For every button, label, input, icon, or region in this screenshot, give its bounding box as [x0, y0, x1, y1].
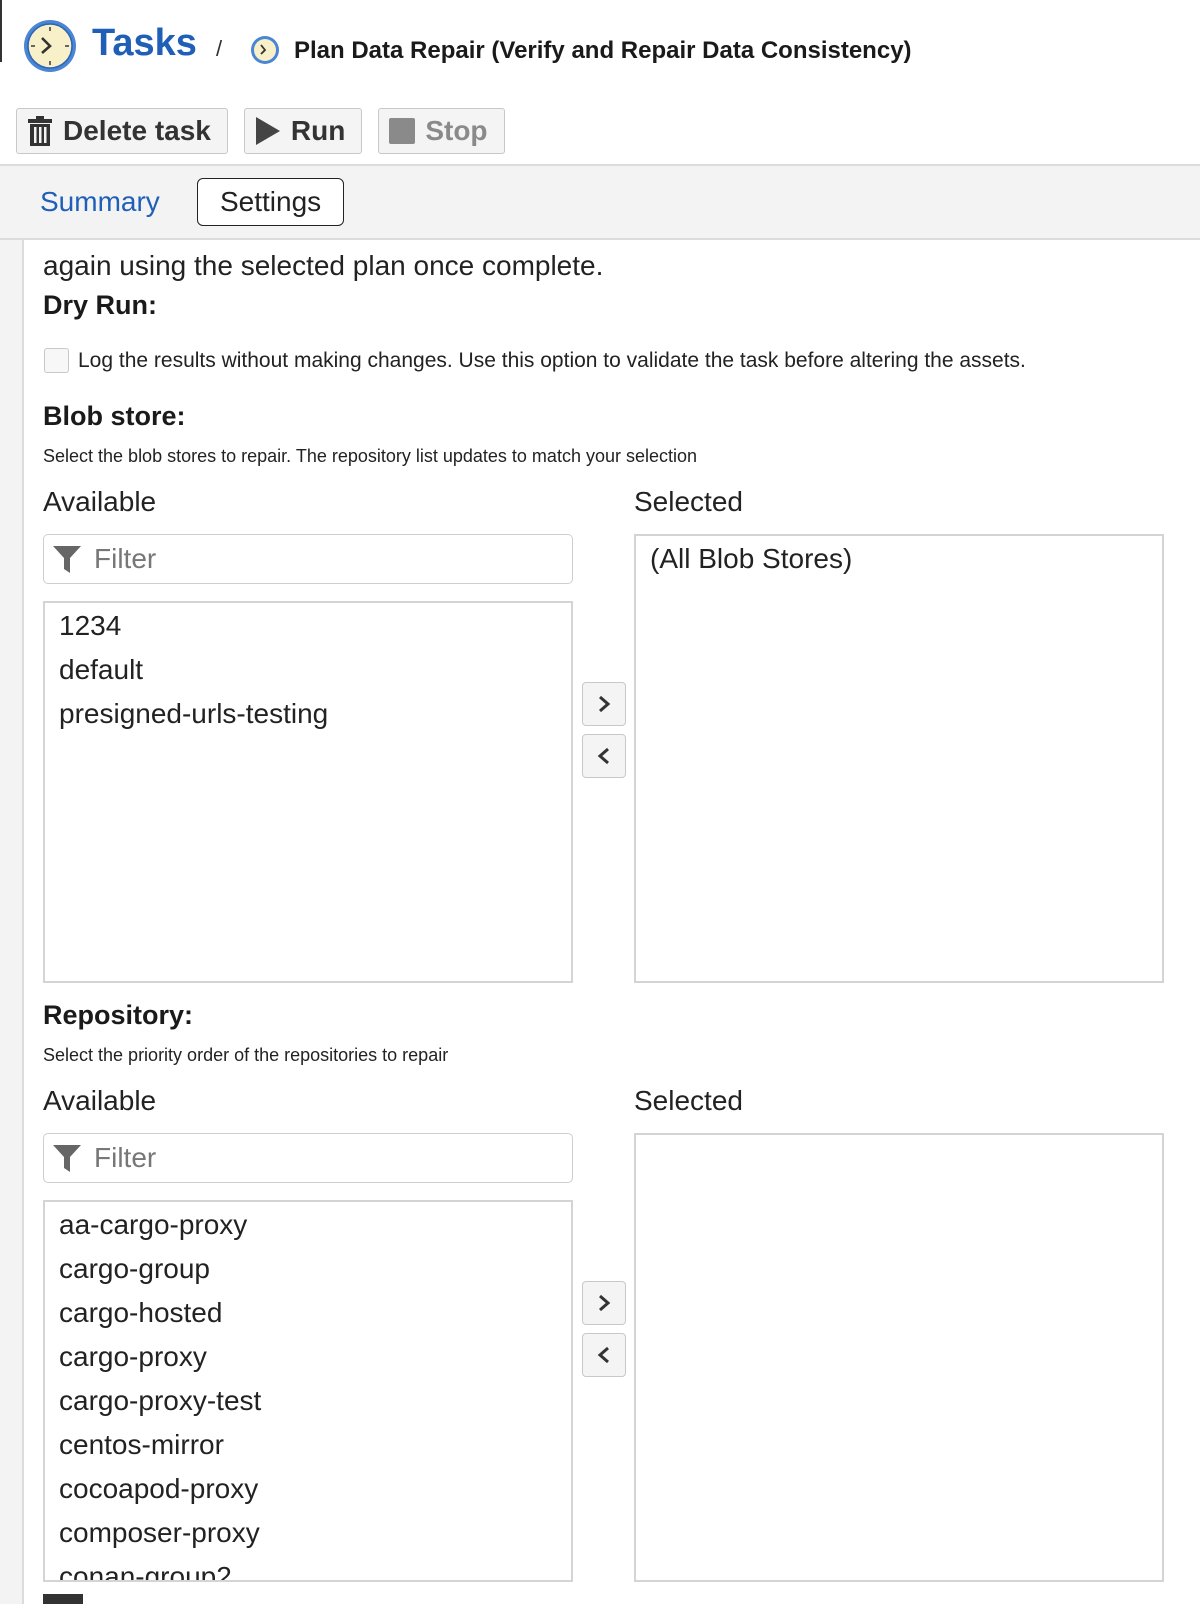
run-button[interactable]: Run: [243, 108, 363, 154]
breadcrumb-separator: /: [216, 36, 223, 61]
blob-selected-list[interactable]: (All Blob Stores): [634, 534, 1164, 983]
tabs-bar: Summary Settings: [0, 164, 1200, 240]
blob-store-description: Select the blob stores to repair. The re…: [43, 446, 698, 466]
page-title: Plan Data Repair (Verify and Repair Data…: [294, 37, 912, 64]
list-item[interactable]: cargo-proxy: [59, 1340, 571, 1384]
stop-label: Stop: [425, 115, 488, 146]
repo-add-button[interactable]: [582, 1281, 626, 1325]
truncated-description: again using the selected plan once compl…: [43, 250, 604, 281]
repo-filter-input[interactable]: [94, 1142, 554, 1174]
list-item[interactable]: aa-cargo-proxy: [59, 1208, 571, 1252]
repo-selected-label: Selected: [634, 1085, 743, 1116]
delete-task-button[interactable]: Delete task: [16, 108, 228, 154]
repository-description: Select the priority order of the reposit…: [43, 1045, 449, 1065]
chevron-right-icon: [599, 1294, 611, 1312]
chevron-left-icon: [597, 1346, 609, 1364]
clock-icon: [251, 36, 279, 64]
list-item[interactable]: 1234: [59, 609, 571, 653]
filter-icon: [52, 544, 82, 574]
list-item[interactable]: cargo-hosted: [59, 1296, 571, 1340]
list-item[interactable]: centos-mirror: [59, 1428, 571, 1472]
run-label: Run: [290, 115, 346, 146]
dry-run-row: Log the results without making changes. …: [44, 348, 1026, 373]
list-item[interactable]: cargo-proxy-test: [59, 1384, 571, 1428]
chevron-left-icon: [597, 747, 609, 765]
play-icon: [255, 116, 281, 146]
trash-icon: [27, 116, 53, 146]
list-item[interactable]: cocoapod-proxy: [59, 1472, 571, 1516]
task-toolbar: Delete task Run Stop: [16, 108, 505, 154]
blob-available-label: Available: [43, 486, 157, 517]
blob-filter: [43, 534, 573, 584]
next-section-heading-cut: [43, 1594, 83, 1604]
delete-task-label: Delete task: [63, 115, 211, 146]
list-item[interactable]: presigned-urls-testing: [59, 697, 571, 741]
blob-remove-button[interactable]: [582, 734, 626, 778]
tab-summary[interactable]: Summary: [40, 186, 160, 218]
repo-available-label: Available: [43, 1085, 157, 1116]
list-item[interactable]: conan-group2: [59, 1560, 571, 1580]
blob-available-list[interactable]: 1234 default presigned-urls-testing: [43, 601, 573, 983]
list-item[interactable]: default: [59, 653, 571, 697]
dry-run-checkbox[interactable]: [44, 348, 69, 373]
repo-remove-button[interactable]: [582, 1333, 626, 1377]
blob-store-heading: Blob store:: [43, 401, 186, 431]
tab-settings[interactable]: Settings: [197, 178, 345, 226]
list-item[interactable]: composer-proxy: [59, 1516, 571, 1560]
repo-available-list[interactable]: aa-cargo-proxy cargo-group cargo-hosted …: [43, 1200, 573, 1582]
stop-button[interactable]: Stop: [378, 108, 505, 154]
repository-heading: Repository:: [43, 1000, 194, 1030]
repo-selected-list[interactable]: [634, 1133, 1164, 1582]
list-item[interactable]: cargo-group: [59, 1252, 571, 1296]
dry-run-heading: Dry Run:: [43, 290, 157, 320]
blob-filter-input[interactable]: [94, 543, 554, 575]
page-header: Tasks / Plan Data Repair (Verify and Rep…: [0, 0, 1200, 100]
chevron-right-icon: [599, 695, 611, 713]
list-item[interactable]: (All Blob Stores): [650, 542, 1162, 586]
breadcrumb-tasks-link[interactable]: Tasks: [92, 22, 197, 65]
repo-filter: [43, 1133, 573, 1183]
blob-selected-label: Selected: [634, 486, 743, 517]
dry-run-checkbox-label: Log the results without making changes. …: [78, 348, 1026, 372]
stop-icon: [389, 118, 416, 144]
filter-icon: [52, 1143, 82, 1173]
clock-icon: [24, 20, 76, 72]
blob-add-button[interactable]: [582, 682, 626, 726]
left-gutter: [0, 240, 24, 1604]
